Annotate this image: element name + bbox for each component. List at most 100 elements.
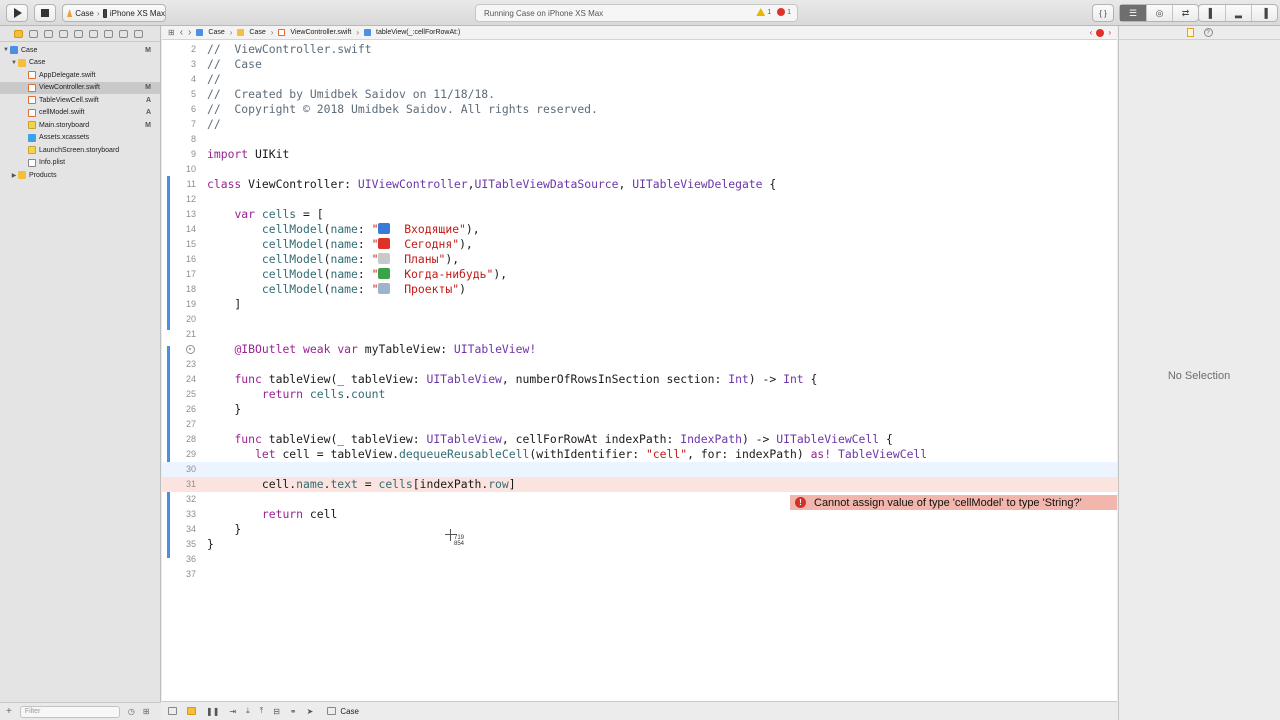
line-number[interactable]: 5 — [162, 87, 196, 102]
tree-item-file[interactable]: LaunchScreen.storyboard — [0, 144, 160, 157]
code-line[interactable]: 36 — [162, 552, 1117, 567]
folder-icon[interactable] — [14, 29, 23, 38]
line-number[interactable]: 36 — [162, 552, 196, 567]
code-line[interactable]: 37 — [162, 567, 1117, 582]
scheme-selector[interactable]: Case › iPhone XS Max — [62, 4, 166, 22]
next-issue-icon[interactable]: › — [1108, 28, 1111, 37]
scm-filter-icon[interactable]: ⊞ — [143, 707, 150, 716]
debug-target[interactable]: Case — [327, 707, 359, 716]
find-icon[interactable] — [59, 29, 68, 38]
code-line[interactable]: 9 import UIKit — [162, 147, 1117, 162]
code-line[interactable]: 6 // Copyright © 2018 Umidbek Saidov. All… — [162, 102, 1117, 117]
line-number[interactable]: 6 — [162, 102, 196, 117]
editor-mode-control[interactable]: ☰ ◎ ⇄ — [1119, 4, 1199, 22]
code-line[interactable]: 35} — [162, 537, 1117, 552]
code-line[interactable]: 20 — [162, 312, 1117, 327]
line-number[interactable]: 26 — [162, 402, 196, 417]
line-number[interactable]: 32 — [162, 492, 196, 507]
symbol-icon[interactable] — [44, 29, 53, 38]
code-line[interactable]: 31 cell.name.text = cells[indexPath.row] — [162, 477, 1117, 492]
code-line[interactable]: 27 — [162, 417, 1117, 432]
add-icon[interactable]: + — [6, 706, 12, 717]
issue-icon[interactable] — [74, 29, 83, 38]
previous-issue-icon[interactable]: ‹ — [1090, 28, 1093, 37]
location-icon[interactable]: ➤ — [307, 707, 314, 716]
standard-editor-icon[interactable]: ☰ — [1120, 5, 1146, 21]
pause-icon[interactable]: ❚❚ — [206, 707, 219, 716]
memory-graph-icon[interactable]: ⚭ — [290, 707, 297, 716]
code-line[interactable]: 13 var cells = [ — [162, 207, 1117, 222]
code-line[interactable]: 25 return cells.count — [162, 387, 1117, 402]
tree-item-file[interactable]: AppDelegate.swift — [0, 69, 160, 82]
report-icon[interactable] — [134, 29, 143, 38]
line-number[interactable]: 34 — [162, 522, 196, 537]
error-annotation[interactable]: ! Cannot assign value of type 'cellModel… — [790, 495, 1117, 510]
panel-toggle-control[interactable]: ▌ ▂ ▐ — [1198, 4, 1278, 22]
assistant-editor-icon[interactable]: ◎ — [1146, 5, 1172, 21]
line-number[interactable]: 27 — [162, 417, 196, 432]
issue-counts[interactable]: 1 1 — [756, 8, 791, 16]
breadcrumb-item[interactable]: Case — [249, 29, 265, 36]
tree-item-project[interactable]: ▼ Case M — [0, 44, 160, 57]
issue-stepper[interactable]: ‹ › — [1090, 28, 1111, 37]
code-line[interactable]: 29 let cell = tableView.dequeueReusableC… — [162, 447, 1117, 462]
file-inspector-icon[interactable] — [1186, 28, 1194, 37]
navigator-toggle-icon[interactable]: ▌ — [1199, 5, 1225, 21]
back-icon[interactable]: ‹ — [180, 27, 183, 38]
code-line[interactable]: 21 — [162, 327, 1117, 342]
code-line[interactable]: 19 ] — [162, 297, 1117, 312]
line-number[interactable]: 12 — [162, 192, 196, 207]
code-line[interactable]: 11 class ViewController: UIViewController… — [162, 177, 1117, 192]
code-line[interactable]: 16 cellModel(name: " Планы"), — [162, 252, 1117, 267]
line-number[interactable]: 28 — [162, 432, 196, 447]
breakpoints-toggle-icon[interactable] — [187, 707, 196, 715]
error-count[interactable]: 1 — [777, 8, 791, 16]
code-line[interactable]: 2 // ViewController.swift — [162, 42, 1117, 57]
line-number[interactable]: 13 — [162, 207, 196, 222]
line-number[interactable]: 11 — [162, 177, 196, 192]
line-number[interactable]: 2 — [162, 42, 196, 57]
code-line[interactable]: 7 // — [162, 117, 1117, 132]
source-control-icon[interactable] — [29, 29, 38, 38]
forward-icon[interactable]: › — [188, 27, 191, 38]
debug-area-toggle-icon[interactable]: ▂ — [1225, 5, 1251, 21]
code-line[interactable]: 28 func tableView(_ tableView: UITableVi… — [162, 432, 1117, 447]
tree-item-file[interactable]: Info.plist — [0, 157, 160, 170]
line-number[interactable]: 25 — [162, 387, 196, 402]
line-number[interactable]: 7 — [162, 117, 196, 132]
code-line[interactable]: 12 — [162, 192, 1117, 207]
related-items-icon[interactable]: ⊞ — [168, 28, 175, 37]
run-button[interactable] — [6, 4, 28, 22]
line-number[interactable]: 10 — [162, 162, 196, 177]
code-line[interactable]: 3 // Case — [162, 57, 1117, 72]
test-icon[interactable] — [89, 29, 98, 38]
debug-icon[interactable] — [104, 29, 113, 38]
step-over-icon[interactable]: ⇥ — [229, 707, 236, 716]
code-line[interactable]: 4 // — [162, 72, 1117, 87]
tree-item-file[interactable]: Assets.xcassets — [0, 132, 160, 145]
code-line[interactable]: 23 — [162, 357, 1117, 372]
line-number[interactable]: 3 — [162, 57, 196, 72]
version-editor-icon[interactable]: ⇄ — [1172, 5, 1198, 21]
tree-item-file[interactable]: cellModel.swift A — [0, 107, 160, 120]
code-line[interactable]: 26 } — [162, 402, 1117, 417]
stop-button[interactable] — [34, 4, 56, 22]
code-line[interactable]: 14 cellModel(name: " Входящие"), — [162, 222, 1117, 237]
line-number[interactable]: 30 — [162, 462, 196, 477]
code-line[interactable]: 15 cellModel(name: " Сегодня"), — [162, 237, 1117, 252]
line-number[interactable]: 21 — [162, 327, 196, 342]
tree-item-file[interactable]: TableViewCell.swift A — [0, 94, 160, 107]
line-number[interactable]: 20 — [162, 312, 196, 327]
code-line[interactable]: 10 — [162, 162, 1117, 177]
line-number[interactable]: 31 — [162, 477, 196, 492]
line-number[interactable]: 17 — [162, 267, 196, 282]
line-number[interactable]: 19 — [162, 297, 196, 312]
line-number[interactable]: 24 — [162, 372, 196, 387]
breadcrumb-item[interactable]: tableView(_:cellForRowAt:) — [376, 29, 460, 36]
tree-item-file-selected[interactable]: ViewController.swift M — [0, 81, 160, 94]
line-number[interactable]: 15 — [162, 237, 196, 252]
outlet-connection-icon[interactable] — [186, 345, 195, 354]
line-number[interactable]: 16 — [162, 252, 196, 267]
library-button[interactable]: { } — [1092, 4, 1114, 22]
code-line[interactable]: 17 cellModel(name: " Когда-нибудь"), — [162, 267, 1117, 282]
